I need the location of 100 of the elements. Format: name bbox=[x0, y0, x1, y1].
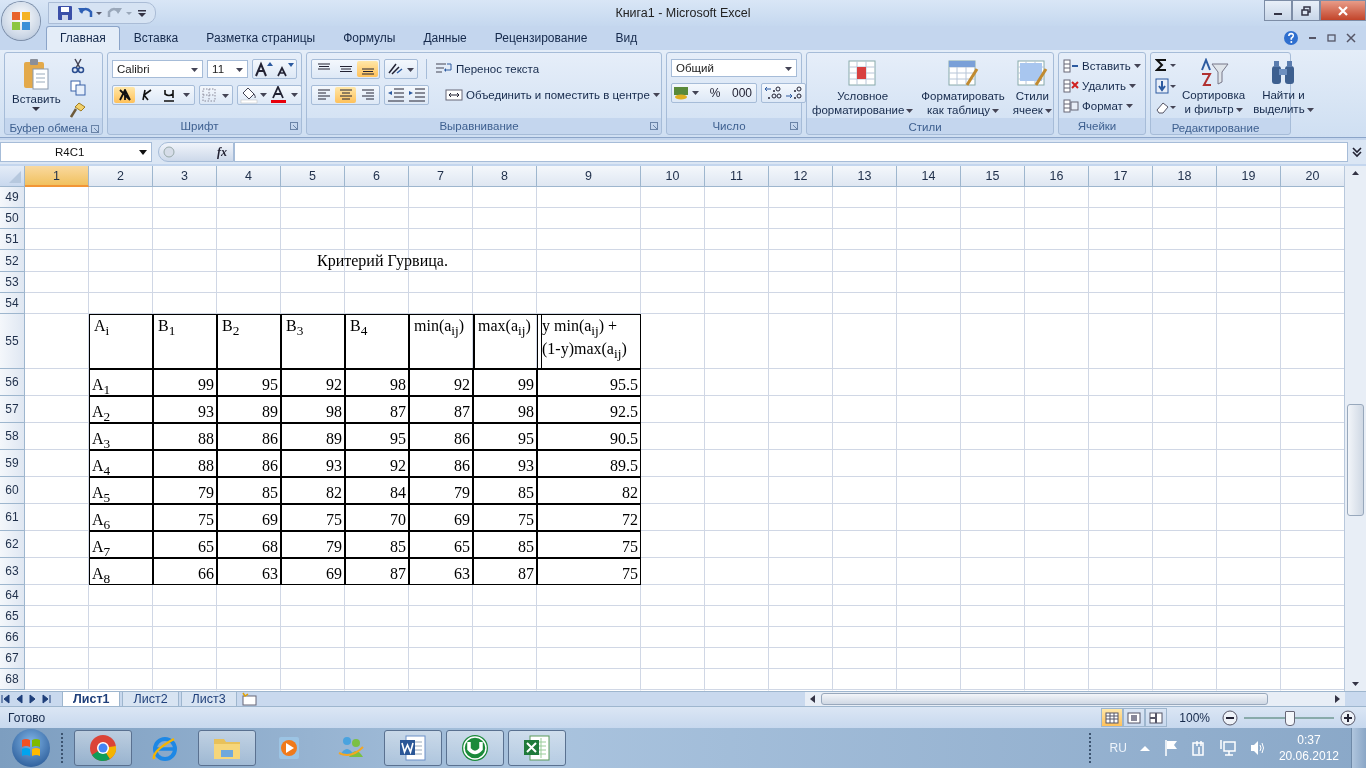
insert-function-button[interactable]: fx bbox=[217, 144, 227, 160]
fill-down-icon[interactable] bbox=[1155, 78, 1177, 94]
taskbar-app-button[interactable] bbox=[446, 730, 504, 766]
restore-icon[interactable] bbox=[1326, 33, 1336, 43]
formula-input[interactable] bbox=[234, 142, 1348, 162]
sheet-tab[interactable]: Лист3 bbox=[180, 691, 237, 707]
vertical-scrollbar[interactable] bbox=[1344, 166, 1366, 691]
ribbon-tab[interactable]: Вставка bbox=[119, 26, 193, 50]
row-header[interactable]: 60 bbox=[0, 477, 25, 504]
thousands-button[interactable]: 000 bbox=[729, 85, 755, 101]
taskbar-grip[interactable] bbox=[60, 732, 64, 764]
row-header[interactable]: 54 bbox=[0, 293, 25, 314]
row-header[interactable]: 59 bbox=[0, 450, 25, 477]
view-button[interactable] bbox=[1123, 708, 1146, 727]
scrollbar-thumb[interactable] bbox=[821, 693, 1269, 705]
scrollbar-thumb[interactable] bbox=[1347, 403, 1364, 516]
fill-color-icon[interactable] bbox=[239, 86, 269, 104]
row-header[interactable]: 49 bbox=[0, 187, 25, 208]
style-button[interactable]: Форматировать как таблицу bbox=[918, 57, 1008, 119]
scroll-left-icon[interactable] bbox=[809, 694, 817, 704]
row-header[interactable]: 55 bbox=[0, 314, 25, 369]
row-header[interactable]: 64 bbox=[0, 585, 25, 606]
paste-button[interactable]: Вставить bbox=[9, 56, 64, 118]
dialog-launcher-icon[interactable] bbox=[91, 125, 99, 133]
row-header[interactable]: 61 bbox=[0, 504, 25, 531]
font-size-dropdown[interactable]: 11 bbox=[207, 60, 248, 78]
number-format-dropdown[interactable]: Общий bbox=[671, 59, 797, 77]
bold-button[interactable] bbox=[114, 87, 135, 103]
column-header[interactable]: 12 bbox=[769, 166, 833, 187]
ribbon-tab[interactable]: Данные bbox=[409, 26, 481, 50]
column-header[interactable]: 8 bbox=[473, 166, 537, 187]
column-header[interactable]: 17 bbox=[1089, 166, 1153, 187]
shrink-font-icon[interactable] bbox=[275, 61, 295, 77]
wrap-text-button[interactable]: Перенос текста bbox=[435, 62, 540, 76]
style-button[interactable]: Стили ячеек bbox=[1009, 57, 1055, 119]
ribbon-tab[interactable]: Разметка страницы bbox=[192, 26, 330, 50]
ribbon-tab[interactable]: Главная bbox=[46, 26, 120, 50]
align-bottom-button[interactable] bbox=[357, 61, 378, 77]
close-icon[interactable] bbox=[1346, 33, 1356, 43]
dialog-launcher-icon[interactable] bbox=[790, 122, 798, 130]
column-header[interactable]: 4 bbox=[217, 166, 281, 187]
row-header[interactable]: 65 bbox=[0, 606, 25, 627]
find-select-button[interactable]: Найти и выделить bbox=[1250, 56, 1317, 118]
row-header[interactable]: 53 bbox=[0, 272, 25, 293]
font-color-icon[interactable] bbox=[270, 86, 300, 104]
ribbon-tab[interactable]: Формулы bbox=[329, 26, 410, 50]
zoom-out-icon[interactable] bbox=[1222, 709, 1238, 726]
row-header[interactable]: 56 bbox=[0, 369, 25, 396]
grow-font-icon[interactable] bbox=[254, 61, 274, 77]
row-header[interactable]: 51 bbox=[0, 229, 25, 250]
cells-button[interactable]: Формат bbox=[1063, 99, 1141, 113]
column-header[interactable]: 10 bbox=[641, 166, 705, 187]
column-header[interactable]: 16 bbox=[1025, 166, 1089, 187]
customize-caret-icon[interactable] bbox=[137, 7, 147, 19]
align-center-button[interactable] bbox=[335, 87, 356, 103]
column-header[interactable]: 9 bbox=[537, 166, 641, 187]
horizontal-scrollbar[interactable] bbox=[805, 692, 1345, 706]
start-button[interactable] bbox=[12, 729, 50, 767]
column-header[interactable]: 20 bbox=[1281, 166, 1344, 187]
caret-icon[interactable] bbox=[183, 93, 190, 97]
zoom-level[interactable]: 100% bbox=[1179, 710, 1210, 725]
increase-decimal-icon[interactable] bbox=[763, 85, 783, 101]
dialog-launcher-icon[interactable] bbox=[290, 122, 298, 130]
row-header[interactable]: 63 bbox=[0, 558, 25, 585]
cells-button[interactable]: Удалить bbox=[1063, 79, 1141, 93]
column-header[interactable]: 19 bbox=[1217, 166, 1281, 187]
column-header[interactable]: 14 bbox=[897, 166, 961, 187]
column-header[interactable]: 18 bbox=[1153, 166, 1217, 187]
column-header[interactable]: 15 bbox=[961, 166, 1025, 187]
font-family-dropdown[interactable]: Calibri bbox=[112, 60, 204, 78]
row-header[interactable]: 58 bbox=[0, 423, 25, 450]
taskbar-app-button[interactable] bbox=[74, 730, 132, 766]
column-header[interactable]: 13 bbox=[833, 166, 897, 187]
decrease-indent-icon[interactable] bbox=[386, 88, 406, 102]
sort-filter-button[interactable]: Сортировка и фильтр bbox=[1179, 56, 1249, 118]
sheet-tab[interactable]: Лист1 bbox=[62, 691, 121, 707]
view-button[interactable] bbox=[1101, 708, 1124, 727]
minimize-button[interactable] bbox=[1264, 0, 1292, 21]
increase-indent-icon[interactable] bbox=[407, 88, 427, 102]
money-icon[interactable] bbox=[673, 85, 701, 101]
sum-icon[interactable] bbox=[1155, 58, 1177, 72]
dialog-launcher-icon[interactable] bbox=[650, 122, 658, 130]
help-icon[interactable] bbox=[1283, 30, 1299, 46]
column-header[interactable]: 3 bbox=[153, 166, 217, 187]
sheet-tab[interactable]: Лист2 bbox=[122, 691, 179, 707]
column-header[interactable]: 2 bbox=[89, 166, 153, 187]
scroll-right-icon[interactable] bbox=[1333, 694, 1341, 704]
style-button[interactable]: Условное форматирование bbox=[809, 57, 917, 119]
taskbar-app-button[interactable] bbox=[384, 730, 442, 766]
row-header[interactable]: 62 bbox=[0, 531, 25, 558]
name-box[interactable]: R4C1 bbox=[0, 142, 152, 162]
column-header[interactable]: 7 bbox=[409, 166, 473, 187]
row-header[interactable]: 67 bbox=[0, 648, 25, 669]
column-header[interactable]: 5 bbox=[281, 166, 345, 187]
circle-handle-icon[interactable] bbox=[163, 146, 175, 158]
percent-button[interactable]: % bbox=[702, 85, 728, 101]
row-header[interactable]: 66 bbox=[0, 627, 25, 648]
copy-icon[interactable] bbox=[69, 80, 86, 96]
ribbon-tab[interactable]: Рецензирование bbox=[480, 26, 602, 50]
eraser-icon[interactable] bbox=[1155, 100, 1177, 114]
